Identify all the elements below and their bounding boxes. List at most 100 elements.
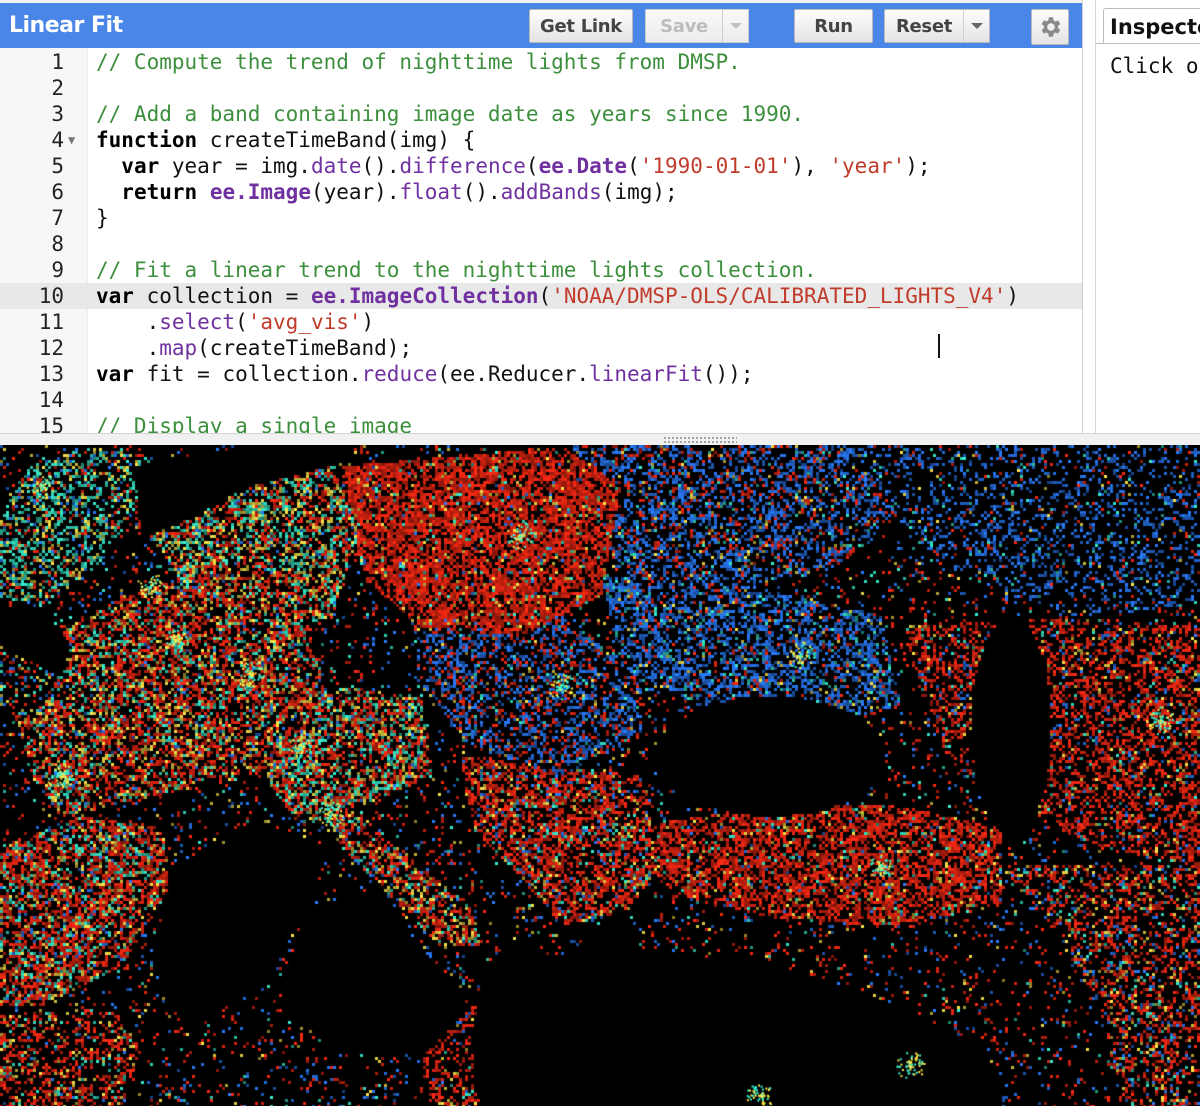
code-line[interactable]: 5 var year = img.date().difference(ee.Da… [0,153,1082,179]
code-text[interactable]: function createTimeBand(img) { [96,127,475,153]
code-token: (ee.Reducer. [437,362,590,386]
code-line[interactable]: 6 return ee.Image(year).float().addBands… [0,179,1082,205]
code-token: ( [235,310,248,334]
code-token: ()); [702,362,754,386]
settings-button[interactable] [1031,9,1069,45]
code-token: '1990-01-01' [639,154,792,178]
code-text[interactable]: return ee.Image(year).float().addBands(i… [96,179,678,205]
code-text[interactable]: var fit = collection.reduce(ee.Reducer.l… [96,361,753,387]
tab-divider [1096,43,1200,44]
code-text[interactable]: // Display a single image [96,413,412,433]
gear-icon [1041,17,1061,37]
save-button[interactable]: Save [645,9,723,43]
code-line[interactable]: 10 var collection = ee.ImageCollection('N… [0,283,1082,309]
chevron-down-icon [970,23,983,29]
code-text[interactable]: .select('avg_vis') [96,309,375,335]
code-token: ( [627,154,640,178]
code-token: // Display a single image [96,414,413,433]
code-token: float [399,180,463,204]
code-token: var [96,284,134,308]
code-token: var [121,154,160,178]
reset-dropdown-button[interactable] [963,9,990,43]
line-number: 4 [51,128,64,152]
inspector-panel: Inspector Click on the map to inspect th… [1095,0,1200,433]
code-token: fit = collection. [133,362,362,386]
code-token: addBands [500,180,602,204]
code-token: // Fit a linear trend to the nighttime l… [96,258,817,282]
code-text[interactable]: var collection = ee.ImageCollection('NOA… [96,283,1019,309]
text-cursor [938,334,940,358]
code-text[interactable]: // Fit a linear trend to the nighttime l… [96,257,817,283]
code-token: 'NOAA/DMSP-OLS/CALIBRATED_LIGHTS_V4' [551,284,1007,308]
line-number: 6 [51,180,64,204]
code-line[interactable]: 12 .map(createTimeBand); [0,335,1082,361]
code-token: (createTimeBand); [197,336,413,360]
tab-inspector[interactable]: Inspector [1103,8,1200,44]
code-token: date [310,154,362,178]
code-token: (img); [601,180,678,204]
code-token: ) [1006,284,1019,308]
code-token: (year). [310,180,400,204]
get-link-button[interactable]: Get Link [529,9,633,43]
code-token: . [96,336,160,360]
editor-toolbar: Linear Fit Get Link Save Run Reset [0,0,1082,48]
code-token: } [96,206,109,230]
code-token: ee.ImageCollection [310,284,539,308]
save-dropdown-button[interactable] [722,9,749,43]
code-line[interactable]: 2 [0,75,1082,101]
code-token: var [96,362,134,386]
code-token: (). [361,154,400,178]
code-line[interactable]: 4 ▼ function createTimeBand(img) { [0,127,1082,153]
panel-splitter[interactable] [0,433,1200,445]
code-token: // Compute the trend of nighttime lights… [96,50,741,74]
code-token: function [96,128,198,152]
code-token: ee.Image [209,180,311,204]
code-line[interactable]: 15 // Display a single image [0,413,1082,433]
code-editor-panel: Linear Fit Get Link Save Run Reset 1 // C… [0,0,1083,433]
fold-arrow-icon[interactable]: ▼ [68,127,75,153]
code-line[interactable]: 7} [0,205,1082,231]
drag-handle-icon[interactable] [663,436,737,443]
code-token: . [96,310,160,334]
line-number: 12 [38,336,64,360]
chevron-down-icon [729,23,742,29]
code-token: ( [525,154,539,178]
code-token: return [121,180,198,204]
code-line[interactable]: 8 [0,231,1082,257]
code-text[interactable]: // Compute the trend of nighttime lights… [96,49,741,75]
code-line[interactable]: 1 // Compute the trend of nighttime light… [0,49,1082,75]
code-text[interactable]: .map(createTimeBand); [96,335,413,361]
line-number: 14 [38,388,64,412]
line-number: 11 [38,310,64,334]
code-line[interactable]: 13 var fit = collection.reduce(ee.Reducer… [0,361,1082,387]
code-line[interactable]: 14 [0,387,1082,413]
code-line[interactable]: 9 // Fit a linear trend to the nighttime … [0,257,1082,283]
code-line[interactable]: 11 .select('avg_vis') [0,309,1082,335]
code-editor[interactable]: 1 // Compute the trend of nighttime light… [0,48,1082,433]
map-view[interactable] [0,445,1200,1106]
code-token: ( [538,284,552,308]
line-number: 7 [51,206,64,230]
nighttime-lights-trend-layer[interactable] [0,445,1200,1106]
line-number: 9 [51,258,64,282]
code-token: select [159,310,236,334]
run-button[interactable]: Run [794,9,873,43]
code-line[interactable]: 3 // Add a band containing image date as … [0,101,1082,127]
line-number: 15 [38,414,64,433]
code-token: map [159,336,198,360]
reset-button[interactable]: Reset [884,9,964,43]
code-token: ) [361,310,375,334]
code-token: 'avg_vis' [247,310,362,334]
line-number: 5 [51,154,64,178]
code-text[interactable]: var year = img.date().difference(ee.Date… [96,153,930,179]
code-text[interactable]: } [96,205,109,231]
code-token: year = img. [159,154,311,178]
code-token: difference [399,154,526,178]
script-title[interactable]: Linear Fit [9,13,123,38]
code-text[interactable]: // Add a band containing image date as y… [96,101,804,127]
line-number: 1 [51,50,64,74]
code-token: linearFit [589,362,703,386]
code-token: 'year' [829,154,906,178]
